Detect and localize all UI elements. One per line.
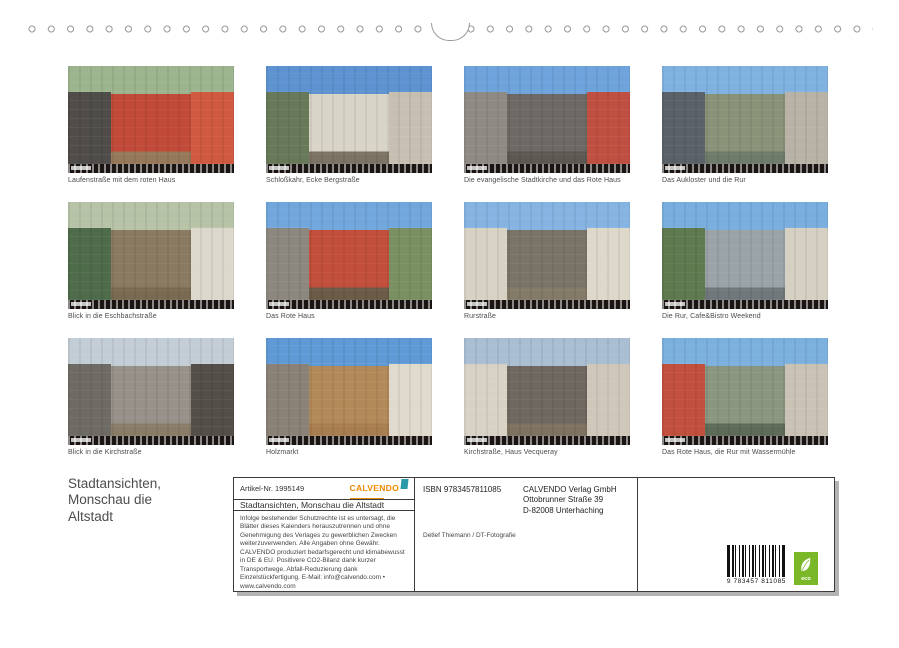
photo-watermark xyxy=(266,300,432,309)
photo-tile: Blick in die Eschbachstraße xyxy=(68,202,234,323)
photo-caption: Holzmarkt xyxy=(266,449,432,457)
barcode-digits: 9 783457 811085 xyxy=(727,578,786,585)
info-box-right-column: 9 783457 811085 eco xyxy=(638,478,834,591)
photo-image xyxy=(266,202,432,309)
photo-caption: Kirchstraße, Haus Vecqueray xyxy=(464,449,630,457)
photo-tile: Kirchstraße, Haus Vecqueray xyxy=(464,338,630,459)
photo-image xyxy=(464,66,630,173)
photo-image xyxy=(464,338,630,445)
calendar-title: Stadtansichten, Monschau die Altstadt xyxy=(68,476,161,525)
photo-caption: Die Rur, Cafe&Bistro Weekend xyxy=(662,313,828,321)
photo-watermark xyxy=(266,164,432,173)
photo-caption: Das Rote Haus xyxy=(266,313,432,321)
photo-caption: Blick in die Eschbachstraße xyxy=(68,313,234,321)
info-box-left-column: Artikel-Nr. 1995149 CALVENDO Stadtansich… xyxy=(234,478,415,591)
photographer-credit: Detlef Thiemann / DT-Fotografie xyxy=(423,532,629,539)
eco-label: eco xyxy=(801,577,810,583)
photo-caption: Die evangelische Stadtkirche und das Rot… xyxy=(464,177,630,185)
photo-watermark xyxy=(266,436,432,445)
photo-caption: Laufenstraße mit dem roten Haus xyxy=(68,177,234,185)
leaf-icon xyxy=(797,554,815,576)
photo-tile: Das Rote Haus xyxy=(266,202,432,323)
isbn-publisher-row: ISBN 9783457811085 CALVENDO Verlag GmbH … xyxy=(423,485,629,516)
info-box: Artikel-Nr. 1995149 CALVENDO Stadtansich… xyxy=(233,477,835,592)
photo-tile: Rurstraße xyxy=(464,202,630,323)
calvendo-tagline-rule xyxy=(350,498,384,500)
hanger-hole xyxy=(431,23,470,41)
photo-tile: Das Aukloster und die Rur xyxy=(662,66,828,187)
photo-image xyxy=(68,338,234,445)
calvendo-mark-icon xyxy=(400,479,408,489)
binding-holes-left xyxy=(28,24,433,34)
photo-watermark xyxy=(68,164,234,173)
photo-image xyxy=(662,338,828,445)
photo-image xyxy=(266,66,432,173)
product-title: Stadtansichten, Monschau die Altstadt xyxy=(234,500,414,511)
photo-tile: Blick in die Kirchstraße xyxy=(68,338,234,459)
photo-watermark xyxy=(68,300,234,309)
photo-tile: Schloßkahr, Ecke Bergstraße xyxy=(266,66,432,187)
info-box-middle-column: ISBN 9783457811085 CALVENDO Verlag GmbH … xyxy=(415,478,638,591)
photo-image xyxy=(266,338,432,445)
publisher-address: CALVENDO Verlag GmbH Ottobrunner Straße … xyxy=(523,485,617,516)
photo-tile: Das Rote Haus, die Rur mit Wassermühle xyxy=(662,338,828,459)
artikel-number: Artikel-Nr. 1995149 xyxy=(240,484,304,493)
photo-tile: Laufenstraße mit dem roten Haus xyxy=(68,66,234,187)
photo-image xyxy=(68,202,234,309)
photo-caption: Rurstraße xyxy=(464,313,630,321)
photo-watermark xyxy=(464,436,630,445)
eco-badge: eco xyxy=(794,552,818,585)
photo-caption: Das Aukloster und die Rur xyxy=(662,177,828,185)
photo-caption: Schloßkahr, Ecke Bergstraße xyxy=(266,177,432,185)
photo-watermark xyxy=(464,164,630,173)
artikel-row: Artikel-Nr. 1995149 CALVENDO xyxy=(234,478,414,500)
photo-watermark xyxy=(662,164,828,173)
barcode-cluster: 9 783457 811085 eco xyxy=(727,545,818,585)
legal-text: Infolge bestehender Schutzrechte ist es … xyxy=(234,511,414,595)
calvendo-logo: CALVENDO xyxy=(350,478,408,499)
photo-watermark xyxy=(662,436,828,445)
photo-image xyxy=(68,66,234,173)
calvendo-wordmark: CALVENDO xyxy=(350,478,399,499)
photo-grid: Laufenstraße mit dem roten Haus Schloßka… xyxy=(68,66,828,459)
photo-tile: Die Rur, Cafe&Bistro Weekend xyxy=(662,202,828,323)
photo-tile: Holzmarkt xyxy=(266,338,432,459)
photo-tile: Die evangelische Stadtkirche und das Rot… xyxy=(464,66,630,187)
photo-image xyxy=(662,202,828,309)
barcode: 9 783457 811085 xyxy=(727,545,786,585)
photo-image xyxy=(662,66,828,173)
photo-caption: Das Rote Haus, die Rur mit Wassermühle xyxy=(662,449,828,457)
photo-watermark xyxy=(68,436,234,445)
isbn-number: ISBN 9783457811085 xyxy=(423,485,523,516)
photo-watermark xyxy=(464,300,630,309)
photo-caption: Blick in die Kirchstraße xyxy=(68,449,234,457)
photo-watermark xyxy=(662,300,828,309)
binding-holes-right xyxy=(467,24,873,34)
calvendo-logo-text: CALVENDO xyxy=(350,483,399,493)
barcode-bars-icon xyxy=(727,545,785,577)
photo-image xyxy=(464,202,630,309)
